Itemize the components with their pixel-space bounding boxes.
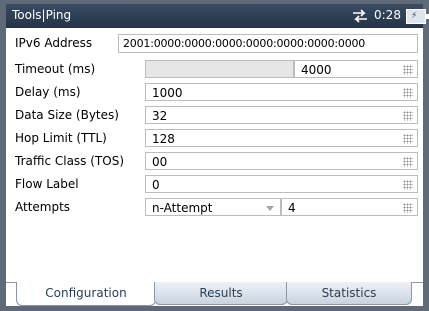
ipv6-label: IPv6 Address	[15, 36, 93, 50]
attempts-row: Attempts n-Attempt 4	[6, 197, 423, 218]
attempts-label: Attempts	[15, 200, 71, 214]
tab-bar: Configuration Results Statistics	[6, 282, 423, 306]
tab-statistics-label: Statistics	[321, 286, 377, 300]
hop-limit-value: 128	[152, 132, 175, 146]
traffic-class-field[interactable]: 00	[145, 152, 418, 170]
keypad-icon[interactable]	[403, 65, 413, 75]
tab-results[interactable]: Results	[154, 282, 288, 305]
tab-statistics[interactable]: Statistics	[286, 282, 412, 305]
ipv6-address-field[interactable]: 2001:0000:0000:0000:0000:0000:0000:0000	[118, 34, 418, 53]
tab-configuration[interactable]: Configuration	[16, 282, 156, 306]
ping-config-panel: IPv6 Address 2001:0000:0000:0000:0000:00…	[6, 28, 423, 305]
battery-icon: ⚡	[406, 9, 429, 24]
tab-results-label: Results	[199, 286, 243, 300]
attempts-mode-dropdown[interactable]: n-Attempt	[145, 198, 281, 216]
attempts-count-value: 4	[288, 201, 296, 215]
title-bar: Tools|Ping 0:28 ⚡	[6, 4, 429, 28]
data-size-field[interactable]: 32	[145, 106, 418, 124]
flow-label-value: 0	[152, 178, 160, 192]
delay-value: 1000	[152, 86, 183, 100]
hop-limit-field[interactable]: 128	[145, 129, 418, 147]
data-size-value: 32	[152, 109, 168, 123]
flow-label-label: Flow Label	[15, 177, 79, 191]
window-title: Tools|Ping	[12, 8, 72, 22]
network-arrows-icon	[353, 9, 367, 23]
ipv6-row: IPv6 Address 2001:0000:0000:0000:0000:00…	[6, 33, 423, 54]
timeout-value: 4000	[301, 63, 332, 77]
keypad-icon[interactable]	[403, 88, 413, 98]
ipv6-address-value: 2001:0000:0000:0000:0000:0000:0000:0000	[123, 37, 366, 50]
attempts-count-field[interactable]: 4	[281, 198, 418, 216]
timeout-disabled-area	[145, 60, 294, 78]
flow-label-field[interactable]: 0	[145, 175, 418, 193]
data-size-label: Data Size (Bytes)	[15, 108, 119, 122]
traffic-class-value: 00	[152, 155, 168, 169]
timeout-label: Timeout (ms)	[15, 62, 96, 76]
keypad-icon[interactable]	[403, 180, 413, 190]
keypad-icon[interactable]	[403, 203, 413, 213]
flow-label-row: Flow Label 0	[6, 174, 423, 195]
keypad-icon[interactable]	[403, 134, 413, 144]
delay-label: Delay (ms)	[15, 85, 81, 99]
data-size-row: Data Size (Bytes) 32	[6, 105, 423, 126]
timeout-row: Timeout (ms) 4000	[6, 59, 423, 80]
keypad-icon[interactable]	[403, 157, 413, 167]
traffic-class-label: Traffic Class (TOS)	[15, 154, 125, 168]
hop-limit-label: Hop Limit (TTL)	[15, 131, 107, 145]
hop-limit-row: Hop Limit (TTL) 128	[6, 128, 423, 149]
attempts-mode-value: n-Attempt	[152, 201, 213, 215]
clock-time: 0:28	[374, 8, 401, 22]
timeout-field[interactable]: 4000	[294, 60, 418, 78]
chevron-down-icon[interactable]	[266, 206, 274, 211]
delay-field[interactable]: 1000	[145, 83, 418, 101]
tab-configuration-label: Configuration	[45, 286, 127, 300]
traffic-class-row: Traffic Class (TOS) 00	[6, 151, 423, 172]
keypad-icon[interactable]	[403, 111, 413, 121]
delay-row: Delay (ms) 1000	[6, 82, 423, 103]
